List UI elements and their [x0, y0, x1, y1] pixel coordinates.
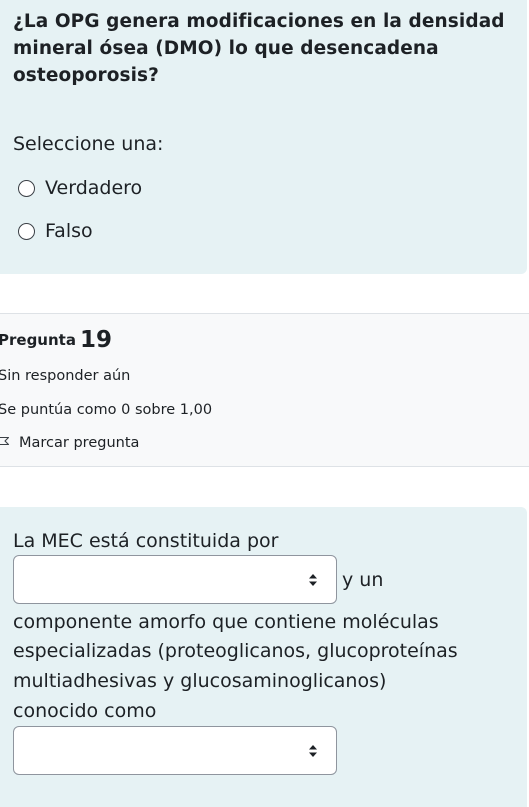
select-arrows-icon: [309, 745, 317, 757]
question-19-text-part6: conocido como: [13, 700, 157, 722]
question-label: Pregunta: [0, 331, 76, 349]
question-19-text-part4: especializadas (proteoglicanos, glucopro…: [13, 640, 458, 662]
question-19-text-part3: componente amorfo que contiene moléculas: [13, 611, 439, 633]
select-field-2[interactable]: [13, 726, 337, 775]
question-grade: Se puntúa como 0 sobre 1,00: [0, 402, 213, 418]
flag-question-label[interactable]: Marcar pregunta: [19, 435, 139, 451]
question-number: Pregunta 19: [0, 327, 112, 353]
quiz-page: ¿La OPG genera modificaciones en la dens…: [0, 0, 529, 807]
question-number-value: 19: [79, 327, 112, 353]
radio-falso[interactable]: [18, 222, 35, 240]
question-19-info: Pregunta 19 Sin responder aún Se puntúa c…: [0, 313, 529, 467]
flag-icon[interactable]: [0, 436, 10, 450]
question-state: Sin responder aún: [0, 368, 131, 384]
option-verdadero-label[interactable]: Verdadero: [45, 177, 142, 199]
question-18-content: ¿La OPG genera modificaciones en la dens…: [0, 0, 527, 274]
option-falso[interactable]: Falso: [18, 216, 93, 246]
option-verdadero[interactable]: Verdadero: [18, 173, 142, 203]
question-19-text-part1: La MEC está constituida por: [13, 530, 279, 552]
question-19-text-part5: multiadhesivas y glucosaminoglicanos): [13, 670, 387, 692]
flag-question-link[interactable]: Marcar pregunta: [0, 435, 139, 451]
option-falso-label[interactable]: Falso: [45, 220, 93, 242]
radio-verdadero[interactable]: [18, 179, 35, 197]
question-19-text-part2: y un: [342, 569, 384, 591]
select-field-1[interactable]: [13, 555, 337, 604]
select-arrows-icon: [309, 574, 317, 586]
question-18-text: ¿La OPG genera modificaciones en la dens…: [13, 11, 505, 86]
answer-prompt: Seleccione una:: [13, 133, 164, 155]
question-19-content: La MEC está constituida por y un compone…: [0, 507, 527, 807]
